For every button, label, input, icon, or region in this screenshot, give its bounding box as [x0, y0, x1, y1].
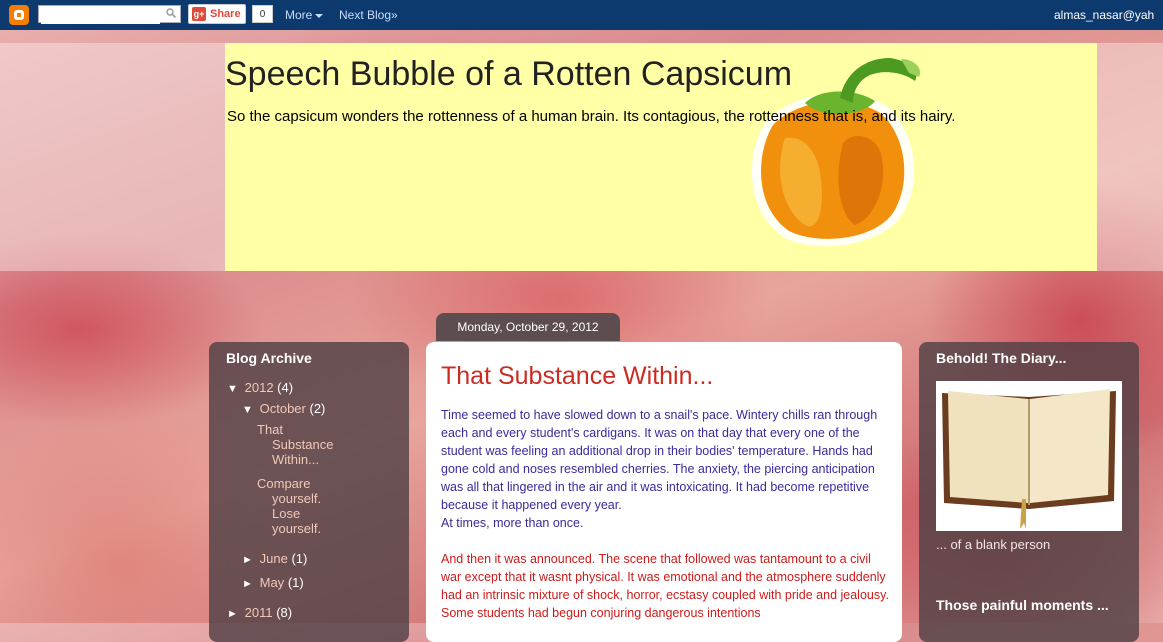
more-label: More [285, 8, 313, 22]
diary-caption: ... of a blank person [936, 537, 1051, 552]
caret-down-icon [315, 13, 324, 18]
archive-count: (8) [276, 605, 293, 620]
blog-post: That Substance Within... Time seemed to … [426, 342, 902, 642]
paragraph-text: Time seemed to have slowed down to a sna… [441, 408, 878, 512]
toggle-collapsed-icon[interactable]: ► [242, 554, 256, 566]
search-icon[interactable] [166, 8, 176, 18]
archive-count: (1) [287, 575, 304, 590]
archive-month-october[interactable]: ▼ October (2) [242, 401, 325, 416]
post-paragraph: And then it was announced. The scene tha… [441, 552, 889, 620]
post-title[interactable]: That Substance Within... [441, 362, 713, 391]
google-plus-icon: g+ [192, 7, 206, 21]
paragraph-text: At times, more than once. [441, 516, 584, 530]
archive-post-link-2[interactable]: Compare yourself. Lose yourself. [257, 476, 321, 536]
archive-year-2011[interactable]: ► 2011 (8) [227, 605, 292, 620]
link-text: yourself. [272, 491, 322, 506]
link-text: Substance [272, 437, 334, 452]
post-body: Time seemed to have slowed down to a sna… [441, 406, 891, 622]
post-date: Monday, October 29, 2012 [436, 313, 620, 341]
archive-count: (2) [309, 401, 326, 416]
share-button[interactable]: g+ Share [188, 4, 246, 24]
archive-month-label[interactable]: October [260, 401, 306, 416]
link-text: yourself. [272, 521, 322, 536]
widget-title-diary: Behold! The Diary... [936, 350, 1067, 366]
archive-count: (4) [277, 380, 294, 395]
navbar: g+ Share 0 More Next Blog» almas_nasar@y… [0, 0, 1163, 30]
link-text: That [257, 422, 284, 437]
share-label: Share [210, 8, 241, 20]
toggle-collapsed-icon[interactable]: ► [227, 608, 241, 620]
blogger-logo-icon[interactable] [9, 5, 29, 25]
widget-title-painful-moments: Those painful moments ... [936, 597, 1109, 613]
link-text: Compare [257, 476, 311, 491]
blog-archive-widget: Blog Archive ▼ 2012 (4) ▼ October (2) Th… [209, 342, 409, 642]
search-box[interactable] [38, 5, 181, 24]
user-account[interactable]: almas_nasar@yah [1054, 8, 1154, 22]
next-blog-link[interactable]: Next Blog» [339, 8, 398, 22]
post-paragraph: Time seemed to have slowed down to a sna… [441, 406, 891, 532]
toggle-expanded-icon[interactable]: ▼ [242, 404, 256, 416]
blog-header: Speech Bubble of a Rotten Capsicum So th… [225, 43, 1097, 271]
archive-month-label[interactable]: May [260, 575, 285, 590]
more-menu[interactable]: More [285, 8, 324, 22]
blog-description: So the capsicum wonders the rottenness o… [227, 108, 956, 125]
archive-year-label[interactable]: 2012 [245, 380, 274, 395]
open-book-image[interactable] [936, 381, 1122, 531]
archive-post-link-1[interactable]: That Substance Within... [257, 422, 333, 467]
toggle-collapsed-icon[interactable]: ► [242, 578, 256, 590]
archive-month-may[interactable]: ► May (1) [242, 575, 304, 590]
link-text: Lose [272, 506, 301, 521]
link-text: Within... [272, 452, 319, 467]
share-count: 0 [252, 5, 273, 23]
search-input[interactable] [41, 8, 160, 24]
archive-count: (1) [291, 551, 308, 566]
blog-title[interactable]: Speech Bubble of a Rotten Capsicum [225, 55, 792, 94]
widget-title-archive: Blog Archive [226, 350, 312, 366]
archive-year-label[interactable]: 2011 [245, 605, 273, 620]
diary-widget: Behold! The Diary... ... of a blank pers… [919, 342, 1139, 642]
toggle-expanded-icon[interactable]: ▼ [227, 383, 241, 395]
archive-month-label[interactable]: June [260, 551, 288, 566]
archive-year-2012[interactable]: ▼ 2012 (4) [227, 380, 293, 395]
archive-month-june[interactable]: ► June (1) [242, 551, 307, 566]
